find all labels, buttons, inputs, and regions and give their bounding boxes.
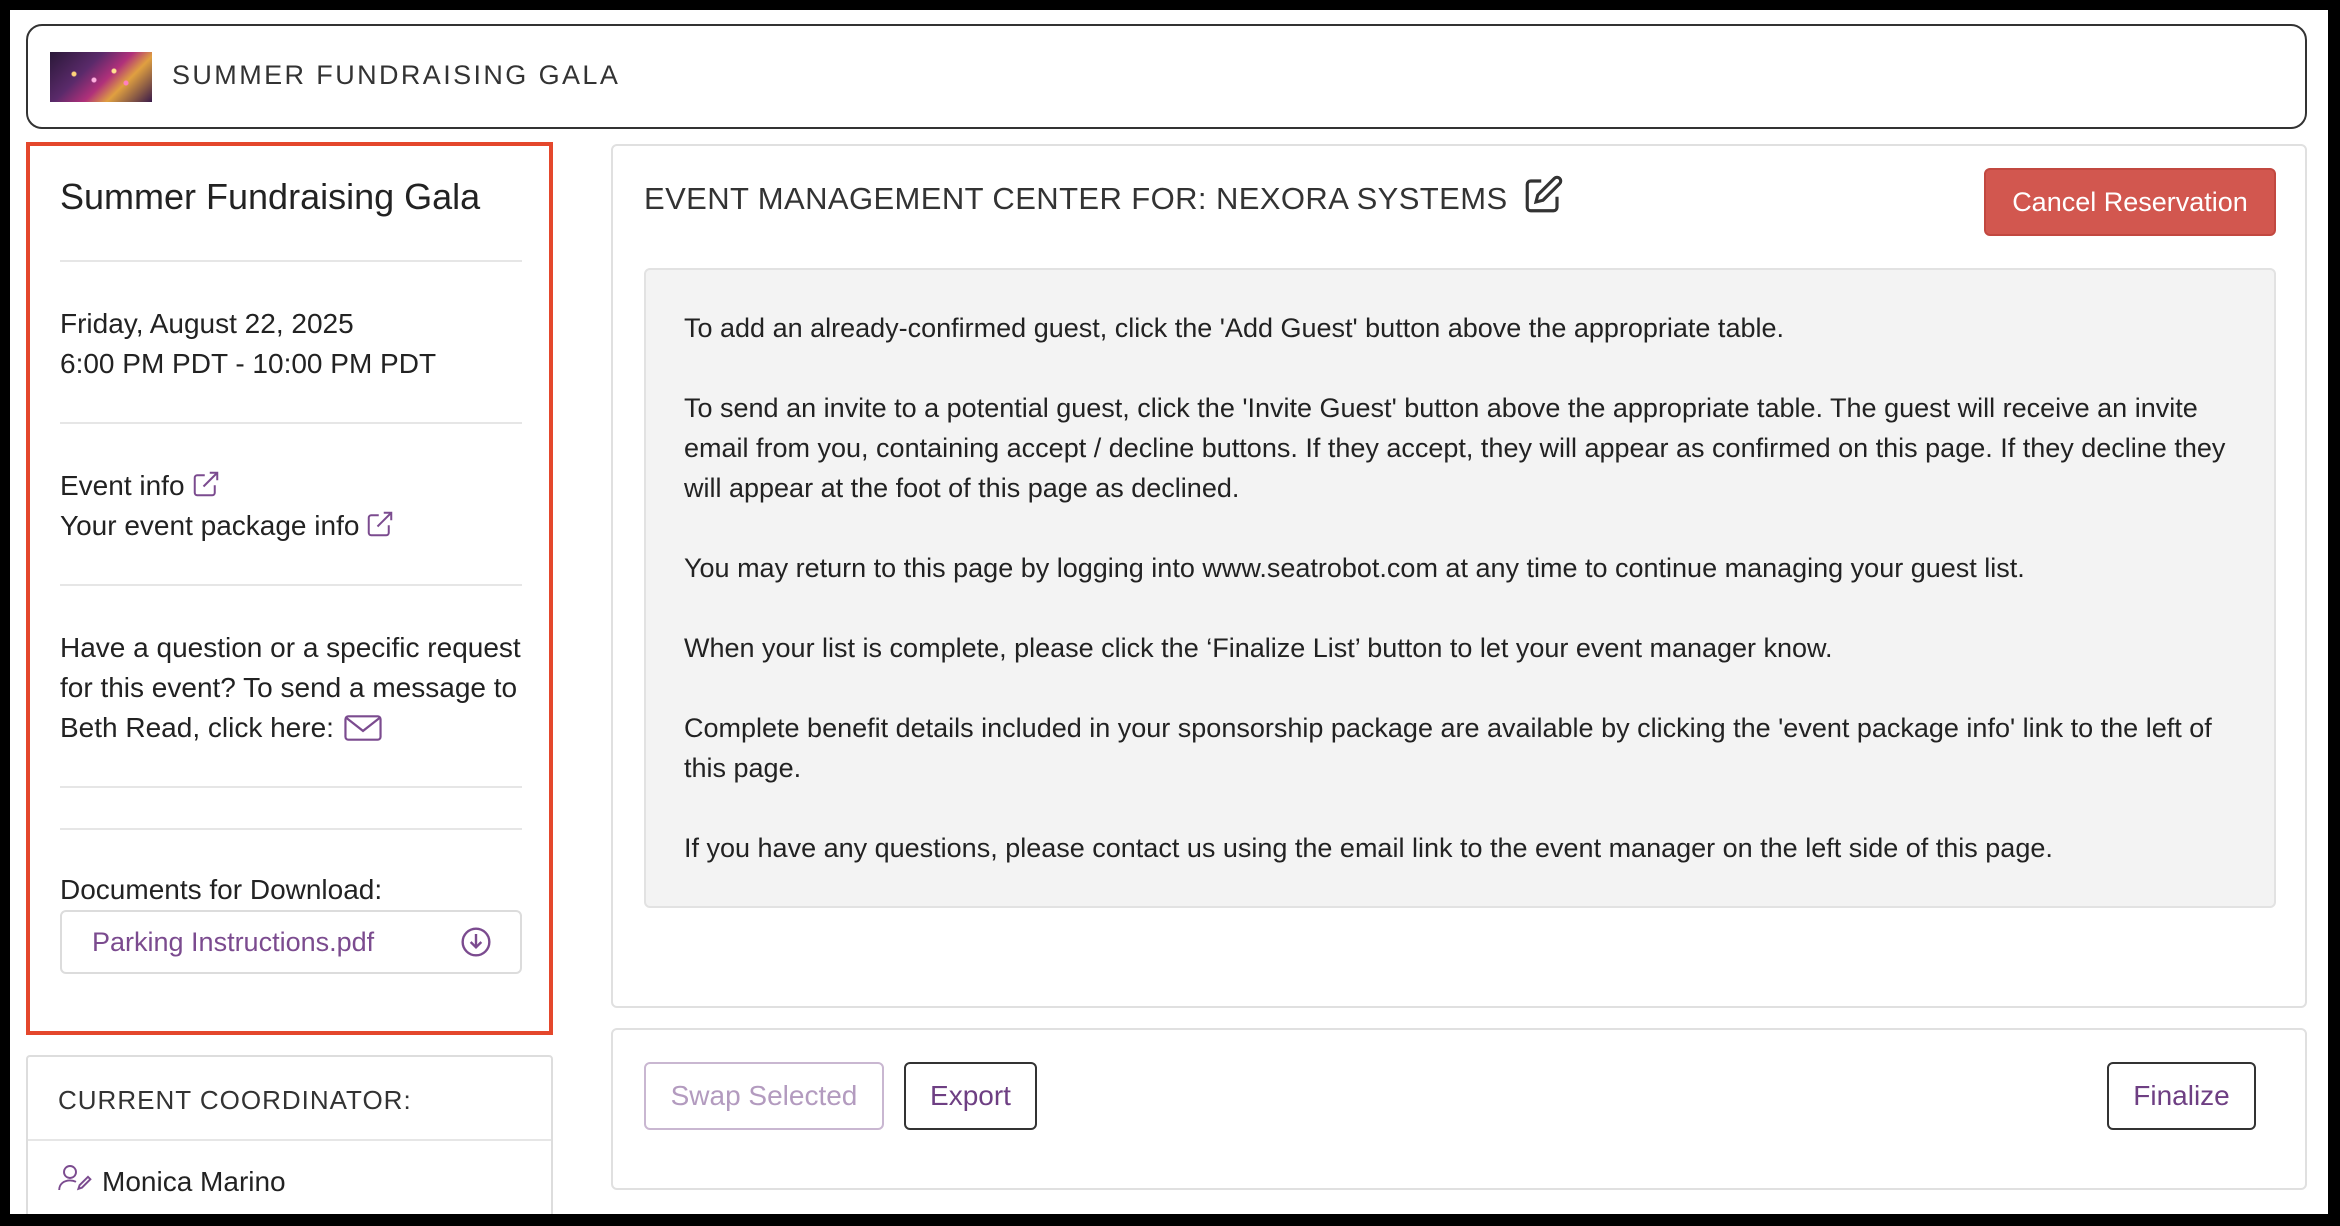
question-line-1: Have a question or a specific request — [60, 632, 521, 663]
divider — [60, 786, 522, 788]
document-item[interactable]: Parking Instructions.pdf — [60, 910, 522, 974]
instruction-paragraph: To send an invite to a potential guest, … — [684, 393, 2226, 503]
coordinator-name: Monica Marino — [102, 1165, 286, 1197]
divider — [60, 260, 522, 262]
coordinator-label: CURRENT COORDINATOR: — [58, 1085, 412, 1115]
instruction-paragraph: Complete benefit details included in you… — [684, 713, 2212, 783]
event-thumbnail — [50, 52, 152, 102]
documents-label: Documents for Download: — [60, 874, 383, 905]
finalize-button[interactable]: Finalize — [2107, 1062, 2256, 1130]
download-icon[interactable] — [460, 926, 492, 963]
external-link-icon — [191, 469, 221, 510]
person-edit-icon — [58, 1163, 102, 1200]
instruction-paragraph: When your list is complete, please click… — [684, 633, 1833, 663]
guest-actions-card: Swap Selected Export Finalize — [611, 1028, 2307, 1190]
package-info-link[interactable]: Your event package info — [60, 506, 395, 550]
event-info-link[interactable]: Event info — [60, 466, 221, 510]
event-date: Friday, August 22, 2025 — [60, 308, 354, 339]
management-heading: EVENT MANAGEMENT CENTER FOR: NEXORA SYST… — [644, 174, 1564, 224]
divider — [60, 584, 522, 586]
event-info-label: Event info — [60, 470, 185, 501]
event-title: Summer Fundraising Gala — [60, 176, 481, 217]
question-line-2: for this event? To send a message to — [60, 672, 518, 703]
instruction-paragraph: You may return to this page by logging i… — [684, 553, 2025, 583]
edit-icon[interactable] — [1522, 174, 1564, 224]
divider — [28, 1139, 551, 1141]
coordinator-card: CURRENT COORDINATOR: Monica Marino — [26, 1055, 553, 1226]
event-summary-panel: Summer Fundraising Gala Friday, August 2… — [26, 142, 553, 1035]
swap-selected-button[interactable]: Swap Selected — [644, 1062, 884, 1130]
instruction-paragraph: If you have any questions, please contac… — [684, 833, 2053, 863]
header-bar: SUMMER FUNDRAISING GALA — [26, 24, 2307, 129]
cancel-reservation-button[interactable]: Cancel Reservation — [1984, 168, 2276, 236]
header-title: SUMMER FUNDRAISING GALA — [172, 60, 621, 90]
question-line-3-text: Beth Read, click here: — [60, 712, 334, 743]
mail-icon[interactable] — [344, 713, 382, 753]
package-info-label: Your event package info — [60, 510, 360, 541]
export-button[interactable]: Export — [904, 1062, 1037, 1130]
coordinator-person: Monica Marino — [58, 1163, 286, 1200]
management-heading-text: EVENT MANAGEMENT CENTER FOR: NEXORA SYST… — [644, 181, 1508, 216]
instructions-box: To add an already-confirmed guest, click… — [644, 268, 2276, 908]
divider — [60, 422, 522, 424]
event-management-card: EVENT MANAGEMENT CENTER FOR: NEXORA SYST… — [611, 144, 2307, 1008]
instruction-paragraph: To add an already-confirmed guest, click… — [684, 313, 1784, 343]
event-time: 6:00 PM PDT - 10:00 PM PDT — [60, 348, 437, 379]
document-link[interactable]: Parking Instructions.pdf — [92, 927, 374, 958]
divider — [60, 828, 522, 830]
external-link-icon — [365, 509, 395, 550]
question-line-3: Beth Read, click here: — [60, 708, 382, 753]
